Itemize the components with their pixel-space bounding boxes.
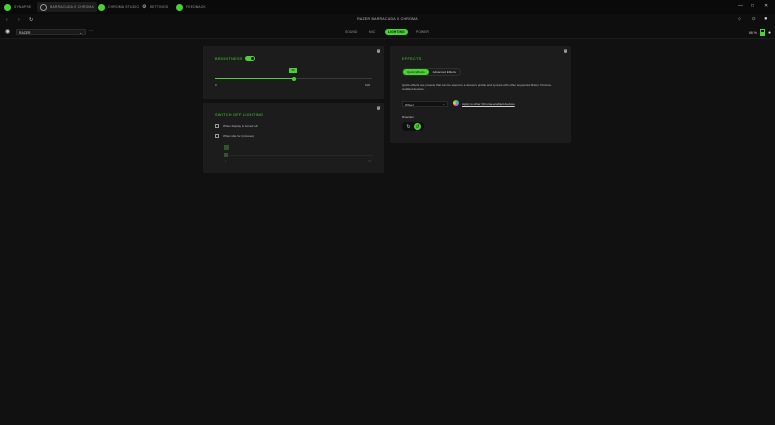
headset-icon: [40, 3, 47, 11]
brightness-panel: ? BRIGHTNESS 50 0 100: [203, 46, 384, 99]
battery-status: 98 % ●: [749, 29, 771, 36]
device-title: RAZER BARRACUDA X CHROMA: [357, 17, 418, 21]
brightness-max: 100: [365, 83, 371, 87]
brightness-value: 50: [289, 68, 297, 73]
tab-feedback[interactable]: FEEDBACK: [176, 2, 206, 12]
feedback-icon: [176, 3, 183, 11]
display-off-label: When display is turned off: [223, 124, 258, 128]
nav-tab-mic[interactable]: MIC: [366, 29, 378, 35]
headset-profile-icon: ◉: [5, 29, 11, 35]
tab-advanced-effects[interactable]: Advanced Effects: [429, 69, 460, 75]
tab-quick-effects[interactable]: Quick Effects: [403, 69, 429, 75]
apply-to-devices-link[interactable]: Apply to other Chroma-enabled devices: [462, 102, 515, 106]
grid-icon[interactable]: ⁘: [737, 16, 742, 23]
chroma-icon: [98, 3, 105, 11]
profile-value: RAZER: [19, 30, 31, 35]
title-bar: SYNAPSE BARRACUDA X CHROMA CHROMA STUDIO…: [0, 0, 775, 15]
idle-track[interactable]: [225, 155, 373, 156]
effects-title: EFFECTS: [402, 57, 422, 61]
profile-row: ◉ RAZER ⌄ ··· SOUND MIC LIGHTING POWER 9…: [0, 26, 775, 39]
tab-synapse[interactable]: SYNAPSE: [4, 2, 31, 12]
info-icon[interactable]: ●: [768, 30, 771, 36]
account-icon[interactable]: ●: [764, 16, 768, 22]
switch-off-title: SWITCH OFF LIGHTING: [215, 113, 264, 117]
chroma-apply-icon: [453, 100, 459, 106]
lightbulb-icon[interactable]: ☼: [751, 16, 757, 22]
effects-tab-group: Quick Effects Advanced Effects: [402, 68, 461, 76]
idle-min: 1: [225, 159, 227, 163]
effect-dropdown[interactable]: Wheel ⌄: [402, 101, 448, 107]
nav-tab-lighting[interactable]: LIGHTING: [385, 29, 408, 35]
idle-thumb[interactable]: [224, 153, 228, 157]
profile-dropdown[interactable]: RAZER ⌄: [16, 28, 86, 35]
tab-settings[interactable]: ⚙ SETTINGS: [142, 2, 168, 12]
maximize-icon[interactable]: □: [751, 3, 754, 9]
effects-description: Quick effects are presets that can be sa…: [402, 83, 552, 92]
direction-toggle: ↻ ↺: [402, 122, 424, 131]
direction-label: Direction: [402, 115, 414, 119]
brightness-title: BRIGHTNESS: [215, 57, 243, 61]
nav-row: ‹ › ↻ RAZER BARRACUDA X CHROMA ⁘ ☼ ●: [0, 14, 775, 26]
battery-percent: 98 %: [748, 30, 757, 35]
help-icon[interactable]: ?: [376, 49, 380, 53]
display-off-checkbox[interactable]: [215, 124, 219, 128]
brightness-fill: [215, 78, 294, 79]
tab-label: CHROMA STUDIO: [108, 5, 140, 9]
switch-off-panel: ? SWITCH OFF LIGHTING When display is tu…: [203, 103, 384, 173]
minimize-icon[interactable]: —: [738, 3, 743, 9]
effect-dropdown-value: Wheel: [405, 102, 414, 107]
chevron-down-icon: ⌄: [79, 30, 82, 35]
effects-panel: ? EFFECTS Quick Effects Advanced Effects…: [390, 46, 571, 143]
brightness-thumb[interactable]: [291, 76, 296, 81]
brightness-min: 0: [215, 83, 217, 87]
razer-logo-icon: [4, 3, 11, 11]
battery-icon: [759, 29, 765, 36]
nav-tab-power[interactable]: POWER: [413, 29, 432, 35]
idle-max: 15: [368, 159, 372, 163]
nav-tab-sound[interactable]: SOUND: [342, 29, 361, 35]
help-icon[interactable]: ?: [563, 49, 567, 53]
chevron-down-icon: ⌄: [442, 102, 445, 106]
idle-label: When idle for (minutes): [223, 134, 255, 138]
tab-label: BARRACUDA X CHROMA: [50, 5, 94, 9]
tab-label: SYNAPSE: [14, 5, 32, 9]
idle-value-bubble: [224, 145, 229, 150]
clockwise-icon[interactable]: ↻: [405, 123, 412, 130]
help-icon[interactable]: ?: [376, 106, 380, 110]
tab-chroma-studio[interactable]: CHROMA STUDIO: [98, 2, 139, 12]
brightness-toggle[interactable]: [245, 56, 255, 61]
counterclockwise-icon[interactable]: ↺: [414, 123, 421, 130]
gear-icon: ⚙: [142, 4, 147, 10]
close-icon[interactable]: ✕: [764, 3, 768, 9]
tab-label: SETTINGS: [149, 5, 169, 9]
idle-checkbox[interactable]: [215, 134, 219, 138]
profile-more-button[interactable]: ···: [89, 28, 93, 33]
tab-device[interactable]: BARRACUDA X CHROMA: [37, 2, 97, 12]
tab-label: FEEDBACK: [186, 5, 206, 9]
